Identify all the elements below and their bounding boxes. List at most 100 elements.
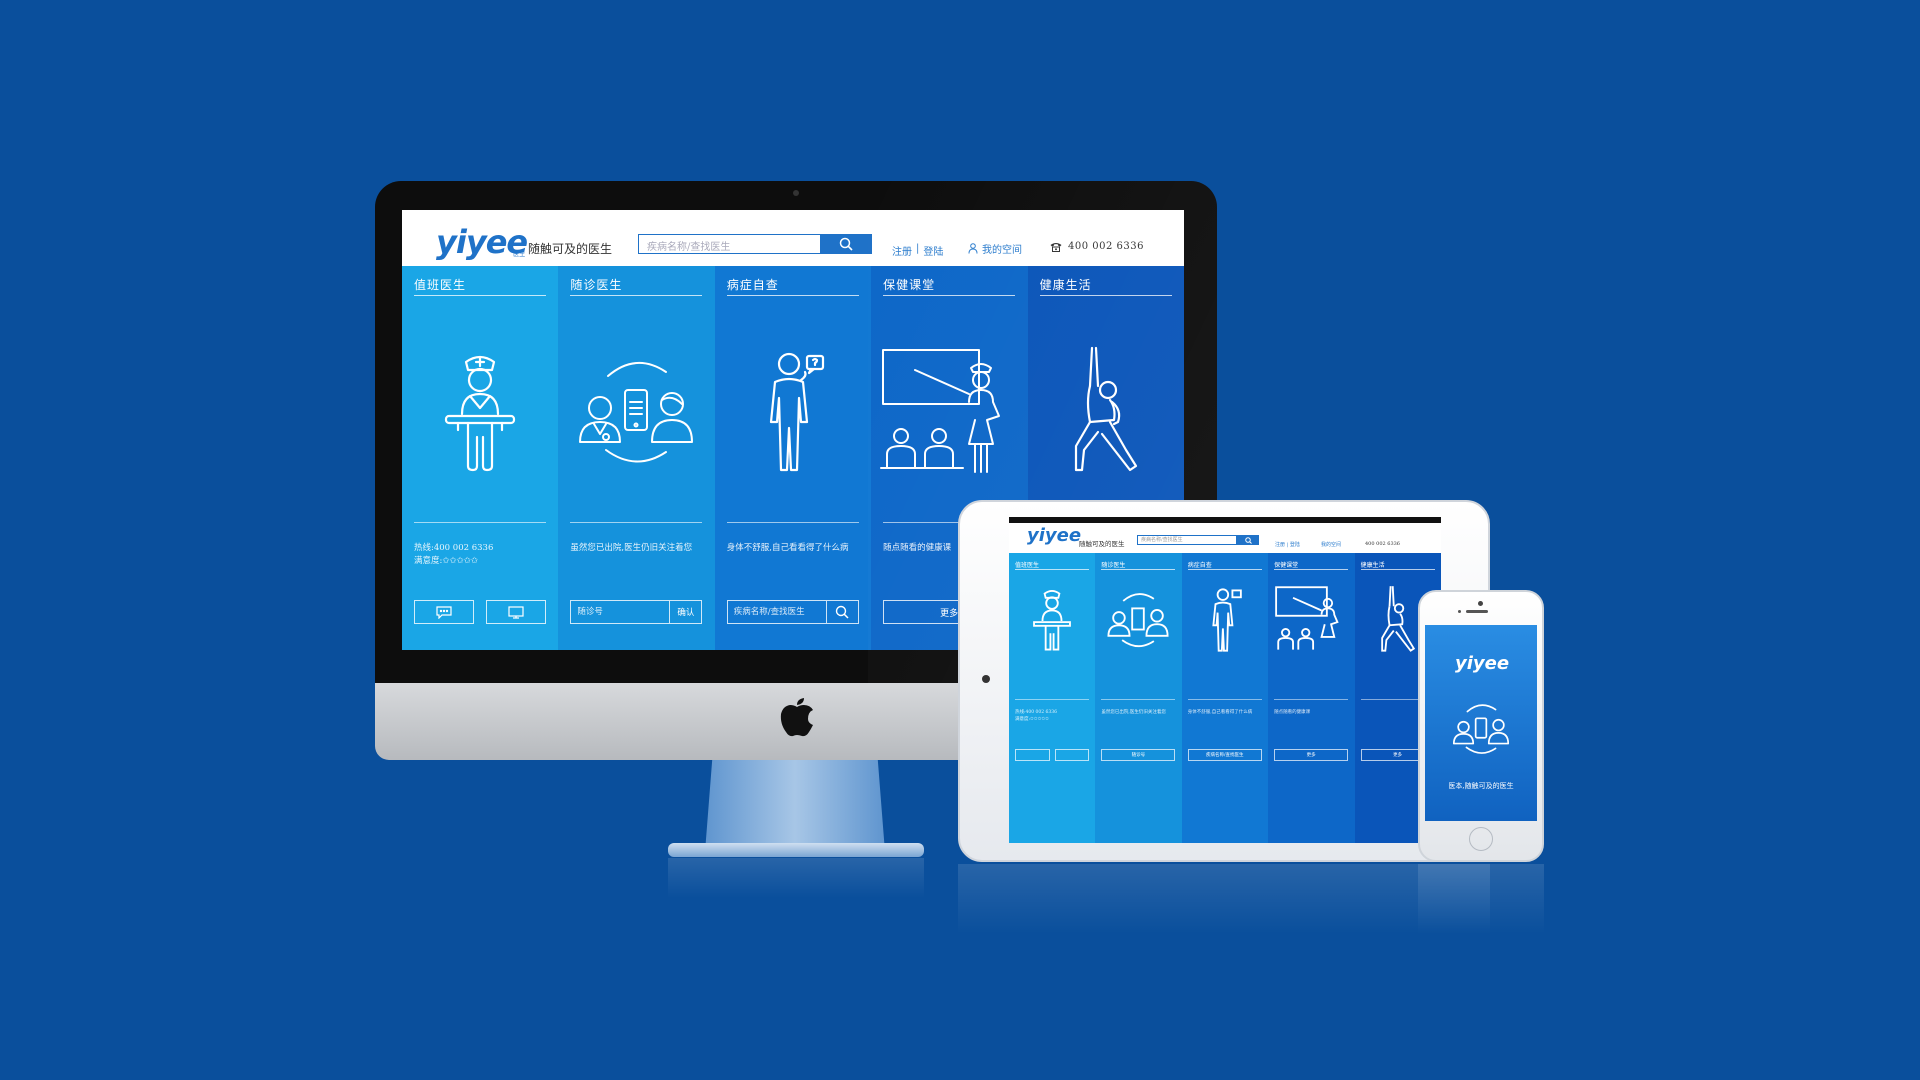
iphone-camera-icon: [1478, 601, 1483, 606]
logo[interactable]: yiyee 医生: [436, 216, 528, 262]
panel-title: 值班医生: [414, 276, 546, 296]
panel-description: 热线:400 002 6336 满意度:✩✩✩✩✩: [414, 542, 550, 568]
panel-follow-up-doctor[interactable]: 随诊医生 虽然您已出院,医生仍旧关注着您 确认: [558, 266, 715, 650]
ipad-phone: 400 002 6336: [1365, 541, 1400, 547]
chat-button[interactable]: [1015, 749, 1050, 761]
panel-title: 保健课堂: [883, 276, 1016, 296]
panel-controls: [414, 600, 546, 624]
ipad-search-input[interactable]: 疾病名称/查找医生: [1137, 535, 1237, 545]
phone-number: 400 002 6336: [1068, 241, 1144, 252]
site-header: yiyee 医生 随触可及的医生 注册 | 登陆 我的空间 400 002 63…: [402, 210, 1184, 266]
doctor-phone-patient-icon: [1107, 593, 1169, 648]
ipad-panel-desc: 随点随看的健康课: [1274, 710, 1311, 715]
panel-self-check[interactable]: 病症自查 身体不舒服,自己看看得了什么病: [714, 266, 872, 650]
ipad-panel-title: 保健课堂: [1274, 560, 1349, 570]
search-input[interactable]: [639, 238, 821, 257]
iphone-sensor: [1458, 610, 1461, 613]
nurse-at-desk-icon: [1033, 590, 1071, 651]
my-space-label: 我的空间: [982, 245, 1022, 256]
ipad-camera-icon: [982, 675, 990, 683]
my-space-link[interactable]: 我的空间: [968, 241, 1022, 256]
ipad-screen: yiyee 随触可及的医生 疾病名称/查找医生 注册 | 登陆 我的空间 400…: [1009, 517, 1441, 843]
ipad-panel-desc: 热线:400 002 6336 满意度:✩✩✩✩✩: [1015, 709, 1091, 723]
ipad-panel-self-check[interactable]: 病症自查 身体不舒服,自己看看得了什么病 疾病名称/查找医生: [1181, 553, 1269, 843]
divider: [726, 522, 859, 523]
ipad-slogan: 随触可及的医生: [1079, 540, 1125, 548]
divider: [1274, 699, 1349, 700]
chat-button[interactable]: [414, 600, 474, 624]
rating-row: 满意度:✩✩✩✩✩: [414, 555, 550, 568]
divider: [1187, 699, 1262, 700]
ipad-disease-search[interactable]: 疾病名称/查找医生: [1187, 749, 1262, 761]
ipad-panel-follow-up[interactable]: 随诊医生 虽然您已出院,医生仍旧关注着您 随诊号: [1095, 553, 1182, 843]
ipad-panel-title: 随诊医生: [1101, 560, 1176, 570]
doctor-phone-patient-icon: [1452, 704, 1510, 754]
ipad-logo[interactable]: yiyee: [1027, 525, 1081, 546]
rating-row: 满意度:✩✩✩✩✩: [1015, 716, 1091, 723]
auth-links: 注册 | 登陆: [892, 243, 943, 258]
ipad-panel-on-duty[interactable]: 值班医生 热线:400 002 6336 满意度:✩✩✩✩✩: [1009, 553, 1096, 843]
panel-controls: 确认: [570, 600, 703, 624]
panel-on-duty-doctor[interactable]: 值班医生 热线:400 002 6336 满意度:✩✩✩✩✩: [402, 266, 559, 650]
person-question-icon: [769, 352, 824, 472]
separator: |: [916, 243, 920, 254]
person-question-icon: [1212, 588, 1242, 652]
classroom-icon: [1275, 586, 1339, 650]
imac-foot: [668, 843, 924, 857]
divider: [1015, 699, 1089, 700]
search-icon: [1244, 536, 1252, 544]
exercise-person-icon: [1074, 346, 1137, 472]
ipad-search-button[interactable]: [1237, 535, 1259, 545]
iphone-home-button[interactable]: [1469, 827, 1493, 851]
nurse-at-desk-icon: [444, 355, 516, 472]
search-button[interactable]: [820, 234, 872, 254]
divider: [570, 522, 703, 523]
divider: [1101, 699, 1176, 700]
panel-controls: [726, 600, 859, 624]
login-link[interactable]: 登陆: [923, 243, 943, 258]
rating-stars: ✩✩✩✩✩: [442, 556, 478, 566]
ipad-panels: 值班医生 热线:400 002 6336 满意度:✩✩✩✩✩ 随诊医生 虽然您已出…: [1009, 553, 1441, 843]
ipad-more-button[interactable]: 更多: [1274, 749, 1349, 761]
search-icon: [839, 237, 853, 251]
rating-label: 满意度:: [1015, 717, 1031, 722]
camera-icon: [793, 190, 799, 196]
confirm-button[interactable]: 确认: [669, 601, 701, 623]
disease-search-button[interactable]: [825, 601, 858, 623]
video-button[interactable]: [486, 600, 546, 624]
panel-description: 虽然您已出院,医生仍旧关注着您: [570, 543, 693, 553]
doctor-phone-patient-icon: [579, 361, 694, 463]
iphone-reflection: [1418, 864, 1544, 934]
disease-search-form: [726, 600, 859, 624]
ipad-reflection: [958, 864, 1490, 934]
register-link[interactable]: 注册: [892, 243, 912, 258]
ipad-my-space[interactable]: 我的空间: [1321, 541, 1341, 548]
slogan: 随触可及的医生: [528, 242, 613, 256]
disease-search-placeholder: 疾病名称/查找医生: [1206, 753, 1244, 758]
ipad-panel-health-class[interactable]: 保健课堂 随点随看的健康课 更多: [1268, 553, 1355, 843]
follow-up-form: 确认: [570, 600, 703, 624]
hotline-text: 热线:400 002 6336: [414, 543, 494, 553]
panel-description: 身体不舒服,自己看看得了什么病: [726, 543, 849, 553]
rating-stars: ✩✩✩✩✩: [1030, 717, 1049, 722]
ipad-site-header: yiyee 随触可及的医生 疾病名称/查找医生 注册 | 登陆 我的空间 400…: [1009, 523, 1441, 553]
search-field[interactable]: [638, 234, 822, 257]
ipad-panel-controls: [1015, 749, 1089, 761]
disease-search-input[interactable]: [727, 601, 826, 623]
telephone-icon: [1050, 242, 1062, 252]
follow-up-number-input[interactable]: [571, 601, 670, 623]
panel-title: 健康生活: [1039, 276, 1172, 296]
ipad-follow-up-input[interactable]: 随诊号: [1101, 749, 1176, 761]
rating-label: 满意度:: [414, 556, 443, 566]
chat-icon: [436, 605, 452, 619]
hotline: 400 002 6336: [1050, 241, 1144, 252]
imac-stand: [705, 760, 885, 852]
video-button[interactable]: [1054, 749, 1089, 761]
imac-reflection: [668, 858, 924, 898]
follow-up-placeholder: 随诊号: [1131, 753, 1146, 758]
ipad-panel-desc: 身体不舒服,自己看看得了什么病: [1187, 710, 1253, 715]
iphone-screen: yiyee 医本,随触可及的医生: [1425, 625, 1537, 821]
ipad-auth-links[interactable]: 注册 | 登陆: [1275, 541, 1300, 548]
monitor-icon: [508, 605, 524, 619]
iphone-tagline: 医本,随触可及的医生: [1448, 782, 1514, 790]
